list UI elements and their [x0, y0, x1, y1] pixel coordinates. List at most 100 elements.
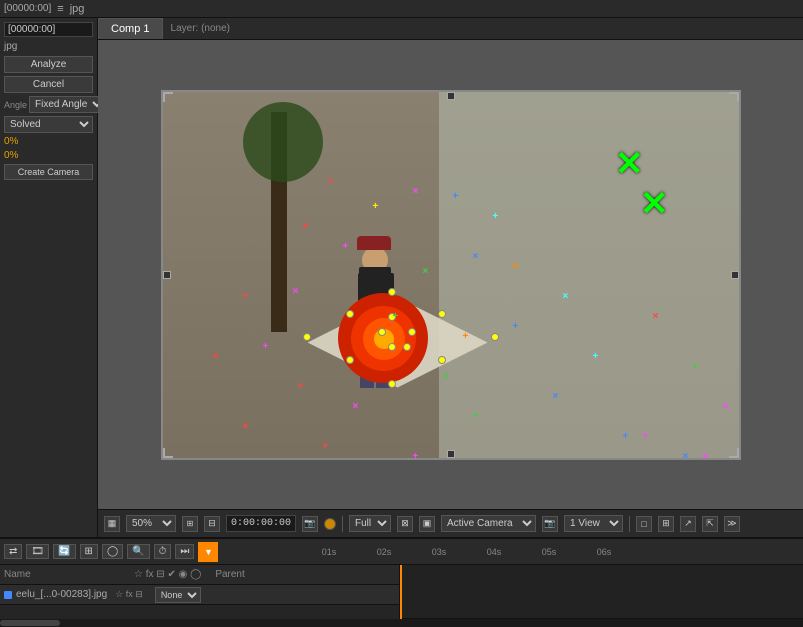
tp-c1: + — [493, 212, 499, 222]
pct2: 0% — [4, 150, 93, 161]
ruler-area: 01s 02s 03s 04s 05s 06s — [322, 547, 799, 557]
comp-tab[interactable]: Comp 1 — [98, 18, 163, 39]
solved-row: Solved — [4, 116, 93, 133]
analyze-button[interactable]: Analyze — [4, 56, 93, 73]
camera-select[interactable]: Active Camera — [441, 515, 536, 532]
tb3[interactable]: ↗ — [680, 516, 696, 532]
ctrl-pt-tl — [346, 310, 354, 318]
tl-btn3[interactable]: 🔄 — [53, 544, 75, 559]
timeline-content: Name ☆ fx ⊟ ✔ ◉ ◯ Parent eelu_[...0-0028… — [0, 565, 803, 619]
tl-btn2[interactable]: 🎞 — [26, 544, 49, 559]
ctrl-pt-c2 — [408, 328, 416, 336]
tl-btn7[interactable]: ⏱ — [154, 544, 172, 559]
layer-icons: ☆ fx ⊟ — [115, 589, 143, 600]
handle-left — [163, 271, 171, 279]
tp-r1: + — [328, 177, 334, 187]
tb4[interactable]: ⇱ — [702, 516, 718, 532]
file-label: jpg — [70, 3, 85, 15]
corner-bl — [163, 448, 173, 458]
create-camera-button[interactable]: Create Camera — [4, 164, 93, 180]
tp-y1: + — [373, 202, 379, 212]
ctrl-pt-tr — [438, 310, 446, 318]
tp-r8: × — [653, 312, 659, 322]
col-icons: ☆ fx ⊟ ✔ ◉ ◯ — [134, 569, 201, 580]
handle-top — [447, 92, 455, 100]
ctrl-pt-c4 — [403, 343, 411, 351]
handle-bottom — [447, 450, 455, 458]
timecode: 0:00:00:00 — [226, 515, 296, 532]
scene-image: ✕ ✕ + × + × + × + + × + × + × + × — [161, 90, 741, 460]
ctrl-pt-c1 — [378, 328, 386, 336]
views-select[interactable]: 1 View 2 Views — [564, 515, 623, 532]
ctrl-pt-top — [388, 288, 396, 296]
playhead-marker: ▼ — [198, 542, 218, 562]
tb5[interactable]: ≫ — [724, 516, 740, 532]
tl-btn4[interactable]: ⊞ — [80, 544, 98, 559]
tb2[interactable]: ⊞ — [658, 516, 674, 532]
ruler-04s: 04s — [487, 547, 542, 557]
ruler-02s: 02s — [377, 547, 432, 557]
tp-r3: + — [243, 292, 249, 302]
top-bar: [00000:00] ≡ jpg — [0, 0, 803, 18]
quality-select[interactable]: Full Half — [349, 515, 391, 532]
layer-label: Layer: (none) — [163, 23, 238, 34]
pct1: 0% — [4, 136, 93, 147]
h-scrollbar[interactable] — [0, 619, 803, 627]
tl-btn8[interactable]: ⏭ — [175, 544, 194, 559]
bottom-toolbar: ▦ 50% 100% ⊞ ⊟ 0:00:00:00 📷 Full Half ⊠ … — [98, 509, 803, 537]
tl-btn1[interactable]: ⇄ — [4, 544, 22, 559]
layer-name: eelu_[...0-00283].jpg — [16, 589, 107, 600]
viewer-canvas: ✕ ✕ + × + × + × + + × + × + × + × — [98, 40, 803, 509]
solved-select[interactable]: Solved — [4, 116, 93, 133]
tb1[interactable]: □ — [636, 516, 652, 532]
ruler-03s: 03s — [432, 547, 487, 557]
corner-tl — [163, 92, 173, 102]
icon-menu: ≡ — [57, 3, 63, 15]
timeline-right — [400, 565, 803, 619]
tp-r5: + — [298, 382, 304, 392]
tp-m4: + — [263, 342, 269, 352]
tp-b1: + — [453, 192, 459, 202]
tp-g5: + — [693, 362, 699, 372]
tp-g3: × — [443, 372, 449, 382]
handle-right — [731, 271, 739, 279]
ctrl-pt-bottom — [388, 380, 396, 388]
tp-m10: × — [723, 402, 729, 412]
corner-tr — [729, 92, 739, 102]
snap-icon[interactable]: ⊟ — [204, 516, 220, 532]
ctrl-pt-c3 — [388, 343, 396, 351]
left-panel: [00000:00] jpg Analyze Cancel Angle Fixe… — [0, 18, 98, 537]
target-area — [298, 288, 498, 398]
fit-icon[interactable]: ⊞ — [182, 516, 198, 532]
tp-m3: × — [293, 287, 299, 297]
parent-select[interactable]: None — [155, 587, 201, 603]
tp-o2: + — [463, 332, 469, 342]
scrollbar-thumb[interactable] — [0, 620, 60, 626]
tp-m1: × — [413, 187, 419, 197]
tp-c3: + — [593, 352, 599, 362]
camera-icon: 📷 — [302, 516, 318, 532]
timeline-header: Name ☆ fx ⊟ ✔ ◉ ◯ Parent — [0, 565, 399, 585]
viewer-area: Comp 1 Layer: (none) — [98, 18, 803, 537]
timeline-layer-row[interactable]: eelu_[...0-00283].jpg ☆ fx ⊟ None — [0, 585, 399, 605]
zoom-select[interactable]: 50% 100% — [126, 515, 176, 532]
divider2 — [629, 516, 630, 532]
tl-btn6[interactable]: 🔍 — [127, 544, 149, 559]
timeline-area: ⇄ 🎞 🔄 ⊞ ◯ 🔍 ⏱ ⏭ ▼ 01s 02s 03s 04s 05s 06… — [0, 537, 803, 627]
tp-r7: + — [323, 442, 329, 452]
angle-row: Angle Fixed Angle — [4, 96, 93, 113]
tp-r2: × — [303, 222, 309, 232]
tl-btn5[interactable]: ◯ — [102, 544, 123, 559]
angle-select[interactable]: Fixed Angle — [29, 96, 106, 113]
tp-m5: × — [353, 402, 359, 412]
cancel-button[interactable]: Cancel — [4, 76, 93, 93]
col-name: Name — [4, 569, 124, 580]
viewer-tabs: Comp 1 Layer: (none) — [98, 18, 803, 40]
ctrl-pt-br — [438, 356, 446, 364]
corner-br — [729, 448, 739, 458]
ctrl-pt-bl — [346, 356, 354, 364]
col-parent: Parent — [215, 569, 244, 580]
timeline-toolbar: ⇄ 🎞 🔄 ⊞ ◯ 🔍 ⏱ ⏭ ▼ 01s 02s 03s 04s 05s 06… — [0, 539, 803, 565]
layer-color — [4, 591, 12, 599]
ctrl-pt-right — [491, 333, 499, 341]
